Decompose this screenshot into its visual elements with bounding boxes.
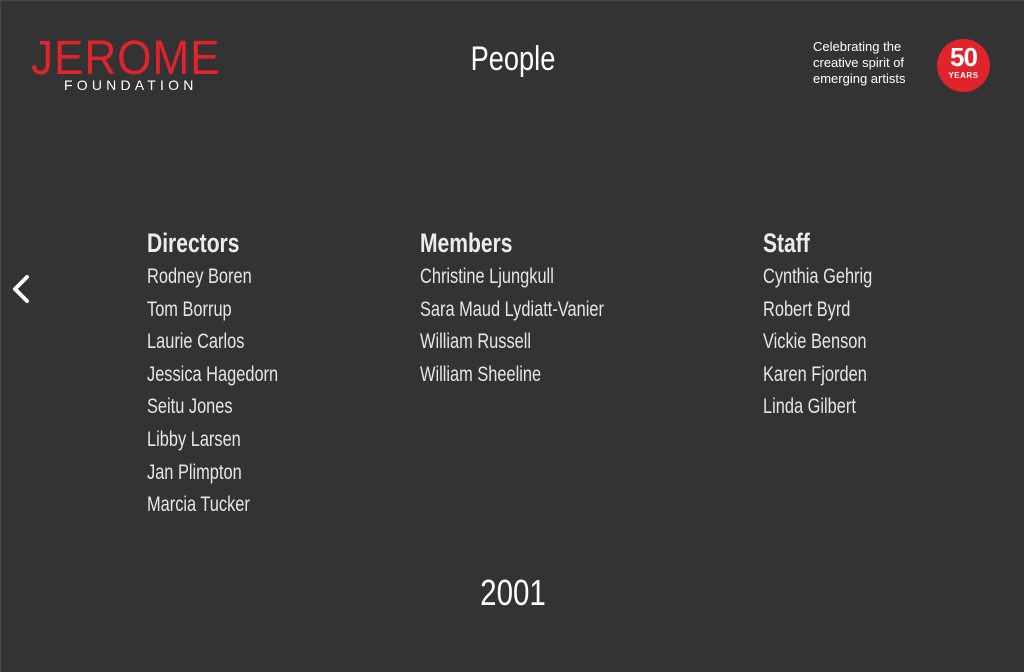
list-item: Karen Fjorden (763, 362, 867, 386)
tagline-line-3: emerging artists (813, 71, 906, 86)
list-item: Christine Ljungkull (420, 265, 554, 288)
staff-column: Staff Cynthia Gehrig Robert Byrd Vickie … (763, 225, 1003, 424)
page-title: People (470, 40, 556, 78)
list-item: Marcia Tucker (147, 493, 250, 517)
directors-heading: Directors (147, 228, 240, 258)
list-item: Robert Byrd (763, 297, 851, 321)
list-item: William Russell (420, 330, 532, 354)
people-page: JEROME FOUNDATION People Celebrating the… (0, 0, 1024, 672)
members-list: Christine Ljungkull Sara Maud Lydiatt-Va… (420, 261, 740, 391)
list-item: Linda Gilbert (763, 395, 856, 419)
list-item: Tom Borrup (147, 297, 232, 321)
list-item: Laurie Carlos (147, 330, 245, 354)
previous-button[interactable] (5, 269, 35, 309)
staff-heading: Staff (763, 228, 810, 258)
chevron-left-icon (13, 275, 29, 303)
list-item: Cynthia Gehrig (763, 265, 873, 288)
anniversary-tagline: Celebrating the creative spirit of emerg… (813, 39, 933, 87)
staff-list: Cynthia Gehrig Robert Byrd Vickie Benson… (763, 261, 1003, 424)
list-item: Seitu Jones (147, 395, 233, 419)
members-column: Members Christine Ljungkull Sara Maud Ly… (420, 225, 740, 391)
list-item: Vickie Benson (763, 330, 867, 354)
year-label: 2001 (480, 572, 546, 613)
directors-list: Rodney Boren Tom Borrup Laurie Carlos Je… (147, 261, 387, 522)
list-item: Sara Maud Lydiatt-Vanier (420, 297, 604, 321)
fifty-years-badge: 50 YEARS (937, 39, 990, 92)
list-item: Libby Larsen (147, 427, 241, 451)
members-heading: Members (420, 228, 513, 258)
tagline-line-1: Celebrating the (813, 39, 902, 54)
directors-column: Directors Rodney Boren Tom Borrup Laurie… (147, 225, 387, 522)
list-item: Rodney Boren (147, 265, 252, 288)
list-item: Jessica Hagedorn (147, 362, 279, 386)
list-item: Jan Plimpton (147, 460, 242, 484)
tagline-line-2: creative spirit of (813, 55, 905, 70)
badge-label: YEARS (948, 71, 979, 80)
list-item: William Sheeline (420, 362, 542, 386)
badge-number: 50 (950, 42, 978, 72)
